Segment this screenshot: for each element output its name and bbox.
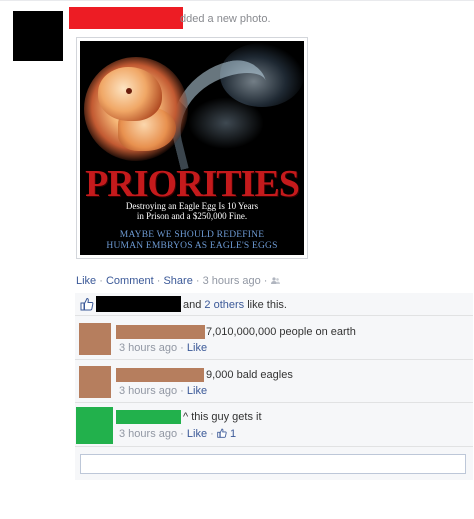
separator: · xyxy=(99,275,103,287)
poster-name-redacted xyxy=(69,7,183,29)
comment-like-link[interactable]: Like xyxy=(187,342,207,354)
photo-tagline-line-2: HUMAN EMBRYOS AS EAGLE'S EGGS xyxy=(106,241,278,251)
thumbs-up-icon xyxy=(217,428,227,438)
divider xyxy=(75,402,473,403)
comment-meta: 3 hours ago · Like xyxy=(119,385,207,397)
comment-like-link[interactable]: Like xyxy=(187,428,207,440)
comment-text: 9,000 bald eagles xyxy=(206,369,293,381)
comment-like-count[interactable]: 1 xyxy=(230,428,236,440)
photo-tagline: MAYBE WE SHOULD REDEFINE HUMAN EMBRYOS A… xyxy=(80,230,304,252)
photo-headline: PRIORITIES xyxy=(85,163,300,205)
likes-suffix: like this. xyxy=(247,299,287,311)
post-actions: Like · Comment · Share · 3 hours ago · xyxy=(76,275,280,287)
comment-avatar[interactable] xyxy=(79,366,111,398)
comment-text: ^ this guy gets it xyxy=(183,411,262,423)
others-link[interactable]: 2 others xyxy=(204,299,244,311)
commenter-name-redacted[interactable] xyxy=(116,368,204,382)
comment-link[interactable]: Comment xyxy=(106,275,154,287)
commenter-name-redacted[interactable] xyxy=(116,410,181,424)
photo-fine-line-2: in Prison and a $250,000 Fine. xyxy=(136,211,248,221)
comment-avatar[interactable] xyxy=(76,407,113,444)
separator: · xyxy=(156,275,161,287)
comment-input[interactable] xyxy=(80,454,466,474)
separator: · xyxy=(180,342,184,354)
comment-timestamp[interactable]: 3 hours ago xyxy=(119,385,177,397)
comment-text: 7,010,000,000 people on earth xyxy=(206,326,356,338)
post-photo[interactable]: PRIORITIES Destroying an Eagle Egg Is 10… xyxy=(80,41,304,255)
top-divider xyxy=(0,0,474,1)
post-timestamp[interactable]: 3 hours ago xyxy=(203,275,261,287)
commenter-name-redacted[interactable] xyxy=(116,325,205,339)
photo-embryo-head xyxy=(98,67,162,121)
thumbs-up-icon xyxy=(80,297,94,311)
photo-tagline-line-1: MAYBE WE SHOULD REDEFINE xyxy=(119,230,265,240)
like-link[interactable]: Like xyxy=(76,275,96,287)
friends-icon[interactable] xyxy=(270,276,280,284)
separator: · xyxy=(180,428,184,440)
photo-fine-line-1: Destroying an Eagle Egg Is 10 Years xyxy=(125,201,259,211)
comment-meta: 3 hours ago · Like · 1 xyxy=(119,428,236,440)
poster-avatar[interactable] xyxy=(13,11,63,61)
share-link[interactable]: Share xyxy=(163,275,192,287)
comment-timestamp[interactable]: 3 hours ago xyxy=(119,428,177,440)
divider xyxy=(75,446,473,447)
separator: · xyxy=(210,428,214,440)
likes-and: and xyxy=(183,299,202,311)
photo-embryo-eye xyxy=(126,88,132,94)
photo-fine-text: Destroying an Eagle Egg Is 10 Years in P… xyxy=(80,201,304,221)
comment-avatar[interactable] xyxy=(79,323,111,355)
separator: · xyxy=(195,275,200,287)
separator: · xyxy=(263,275,268,287)
divider xyxy=(75,359,473,360)
comment-meta: 3 hours ago · Like xyxy=(119,342,207,354)
divider xyxy=(75,315,473,316)
likes-summary: and 2 others like this. xyxy=(183,299,287,311)
separator: · xyxy=(180,385,184,397)
post-action-text: dded a new photo. xyxy=(180,13,271,25)
comment-like-link[interactable]: Like xyxy=(187,385,207,397)
liker-name-redacted[interactable] xyxy=(96,296,181,312)
comment-timestamp[interactable]: 3 hours ago xyxy=(119,342,177,354)
